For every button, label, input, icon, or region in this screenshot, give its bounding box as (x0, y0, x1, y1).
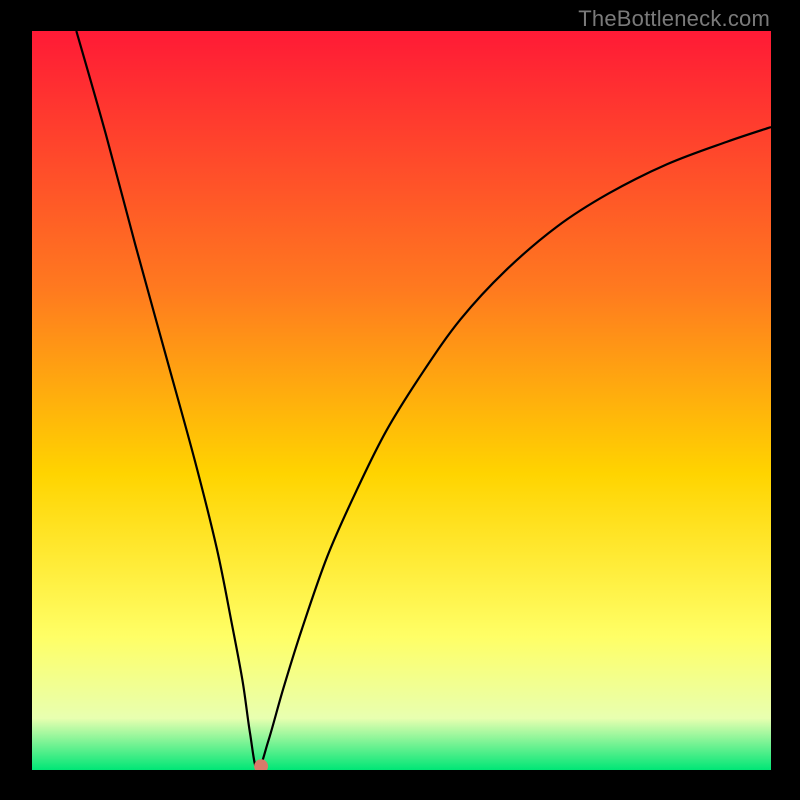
watermark-text: TheBottleneck.com (578, 6, 770, 32)
curve-path (76, 31, 771, 770)
minimum-marker (254, 759, 268, 770)
bottleneck-curve (32, 31, 771, 770)
plot-area (32, 31, 771, 770)
chart-frame: TheBottleneck.com (0, 0, 800, 800)
